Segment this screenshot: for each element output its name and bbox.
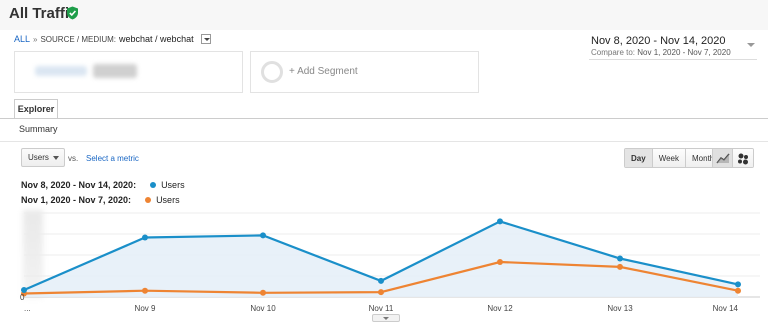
chart-area-fill (24, 221, 738, 297)
data-point-previous[interactable] (142, 287, 148, 294)
data-point-current[interactable] (735, 281, 741, 288)
add-segment-button[interactable]: + Add Segment (250, 51, 479, 93)
date-range-picker[interactable]: Nov 8, 2020 - Nov 14, 2020 Compare to: N… (589, 34, 757, 60)
breadcrumb-all-link[interactable]: ALL (14, 34, 30, 44)
legend-previous-series: Users (156, 195, 180, 205)
legend-current-dot (150, 182, 157, 188)
data-point-previous[interactable] (260, 289, 266, 296)
tab-divider (0, 118, 768, 119)
y-tick-label: 0 (20, 293, 25, 302)
x-tick-label: Nov 12 (487, 304, 513, 313)
breadcrumb-dimension: SOURCE / MEDIUM: (40, 34, 117, 44)
data-point-current[interactable] (142, 234, 148, 241)
legend-previous-dot (145, 197, 152, 203)
week-button[interactable]: Week (652, 149, 686, 167)
line-chart-icon (716, 153, 730, 164)
x-tick-label: Nov 9 (135, 304, 156, 313)
data-point-current[interactable] (378, 277, 384, 284)
x-tick-label: Nov 13 (607, 304, 633, 313)
legend-current: Nov 8, 2020 - Nov 14, 2020: Users (21, 180, 185, 190)
breadcrumb-value: webchat / webchat (119, 34, 194, 44)
x-tick-label: Nov 14 (713, 304, 739, 313)
day-button[interactable]: Day (625, 149, 653, 167)
compare-value: Nov 1, 2020 - Nov 7, 2020 (637, 48, 731, 57)
data-point-current[interactable] (617, 255, 623, 262)
segment-label-blurred (93, 64, 137, 78)
x-tick-label: ... (24, 304, 31, 313)
data-point-current[interactable] (497, 218, 503, 225)
tab-explorer[interactable]: Explorer (14, 99, 58, 118)
breadcrumb: ALL » SOURCE / MEDIUM: webchat / webchat (14, 34, 211, 44)
period-toggle: Day Week Month (624, 148, 722, 168)
breadcrumb-dropdown-button[interactable] (200, 34, 211, 44)
compare-label: Compare to: (591, 48, 636, 57)
chart-scroll-handle[interactable] (372, 314, 400, 322)
motion-chart-button[interactable] (733, 149, 753, 167)
page-header: All Traffic (0, 0, 768, 30)
tab-summary[interactable]: Summary (19, 124, 58, 134)
data-point-previous[interactable] (735, 287, 741, 294)
data-point-previous[interactable] (617, 263, 623, 270)
chevron-down-icon (747, 43, 755, 47)
breadcrumb-separator: » (33, 34, 38, 44)
date-range-compare: Compare to: Nov 1, 2020 - Nov 7, 2020 (591, 48, 731, 57)
legend-current-range: Nov 8, 2020 - Nov 14, 2020: (21, 180, 137, 190)
segment-all-users[interactable] (14, 51, 243, 93)
segment-color-blurred (35, 66, 87, 76)
data-point-previous[interactable] (378, 289, 384, 296)
motion-chart-icon (738, 153, 748, 165)
date-range-main: Nov 8, 2020 - Nov 14, 2020 (591, 35, 726, 47)
data-point-current[interactable] (260, 232, 266, 239)
chart-type-toggle (712, 148, 754, 168)
legend-previous: Nov 1, 2020 - Nov 7, 2020: Users (21, 195, 180, 205)
line-chart-button[interactable] (713, 149, 733, 167)
users-line-chart: ... Nov 9 Nov 10 Nov 11 Nov 12 Nov 13 Nov 14 0 (20, 212, 760, 313)
select-metric-link[interactable]: Select a metric (86, 154, 139, 163)
verified-check-icon (67, 6, 78, 20)
data-point-previous[interactable] (497, 259, 503, 265)
add-segment-label: + Add Segment (289, 66, 358, 77)
x-tick-label: Nov 11 (369, 304, 394, 313)
x-tick-label: Nov 10 (250, 304, 276, 313)
segment-circle-icon (261, 61, 283, 83)
vs-label: vs. (68, 154, 79, 163)
metric-select[interactable]: Users (21, 148, 65, 167)
summary-divider (0, 141, 768, 142)
legend-current-series: Users (161, 180, 185, 190)
legend-previous-range: Nov 1, 2020 - Nov 7, 2020: (21, 195, 132, 205)
